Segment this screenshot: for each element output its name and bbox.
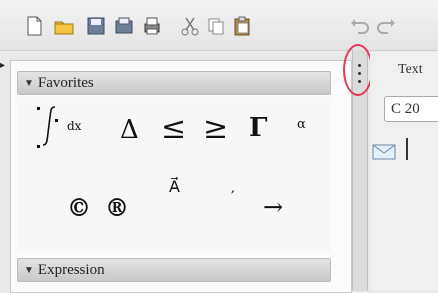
- panel-pin-icon[interactable]: ▸: [0, 60, 5, 71]
- text-caret: [406, 138, 408, 160]
- favorites-label: Favorites: [37, 74, 94, 91]
- envelope-icon: [372, 144, 396, 160]
- le-symbol-button[interactable]: ≤: [161, 111, 186, 146]
- save-icon[interactable]: [84, 14, 108, 38]
- expression-label: Expression: [37, 261, 105, 278]
- collapse-triangle-icon: ▼: [24, 264, 34, 276]
- editor-area: Text C 20: [370, 52, 438, 291]
- cut-icon[interactable]: [178, 14, 202, 38]
- integral-variable-label: dx: [67, 119, 82, 133]
- symbol-palette-panel: ▼ Favorites dx Δ ≤ ≥ Γ α © ® A⃗ ′ → ▼ Ex…: [10, 60, 352, 293]
- expression-section-header[interactable]: ▼ Expression: [17, 258, 331, 282]
- undo-icon[interactable]: [348, 14, 372, 38]
- arrow-symbol-button[interactable]: →: [263, 193, 283, 221]
- alpha-symbol-button[interactable]: α: [297, 117, 306, 132]
- vector-symbol-button[interactable]: A⃗: [169, 177, 180, 196]
- favorites-symbol-grid: dx Δ ≤ ≥ Γ α © ® A⃗ ′ →: [17, 97, 331, 252]
- collapse-triangle-icon: ▼: [24, 77, 34, 89]
- gamma-symbol-button[interactable]: Γ: [249, 113, 267, 143]
- integral-icon: [37, 106, 58, 148]
- copy-icon[interactable]: [204, 14, 228, 38]
- new-document-icon[interactable]: [22, 14, 46, 38]
- open-folder-icon[interactable]: [52, 14, 76, 38]
- ge-symbol-button[interactable]: ≥: [203, 111, 228, 146]
- print-icon[interactable]: [140, 14, 164, 38]
- save-as-icon[interactable]: [112, 14, 136, 38]
- delta-symbol-button[interactable]: Δ: [120, 115, 139, 145]
- style-field[interactable]: C 20: [384, 96, 438, 122]
- integral-symbol-button[interactable]: dx: [33, 105, 93, 151]
- prime-symbol-button[interactable]: ′: [231, 187, 235, 206]
- redo-icon[interactable]: [374, 14, 398, 38]
- registered-symbol-button[interactable]: ®: [105, 193, 129, 222]
- highlight-ring: [343, 44, 373, 96]
- copyright-symbol-button[interactable]: ©: [67, 193, 91, 222]
- main-toolbar: [0, 0, 438, 51]
- text-tab-label[interactable]: Text: [398, 62, 423, 78]
- favorites-section-header[interactable]: ▼ Favorites: [17, 71, 331, 95]
- paste-icon[interactable]: [230, 14, 254, 38]
